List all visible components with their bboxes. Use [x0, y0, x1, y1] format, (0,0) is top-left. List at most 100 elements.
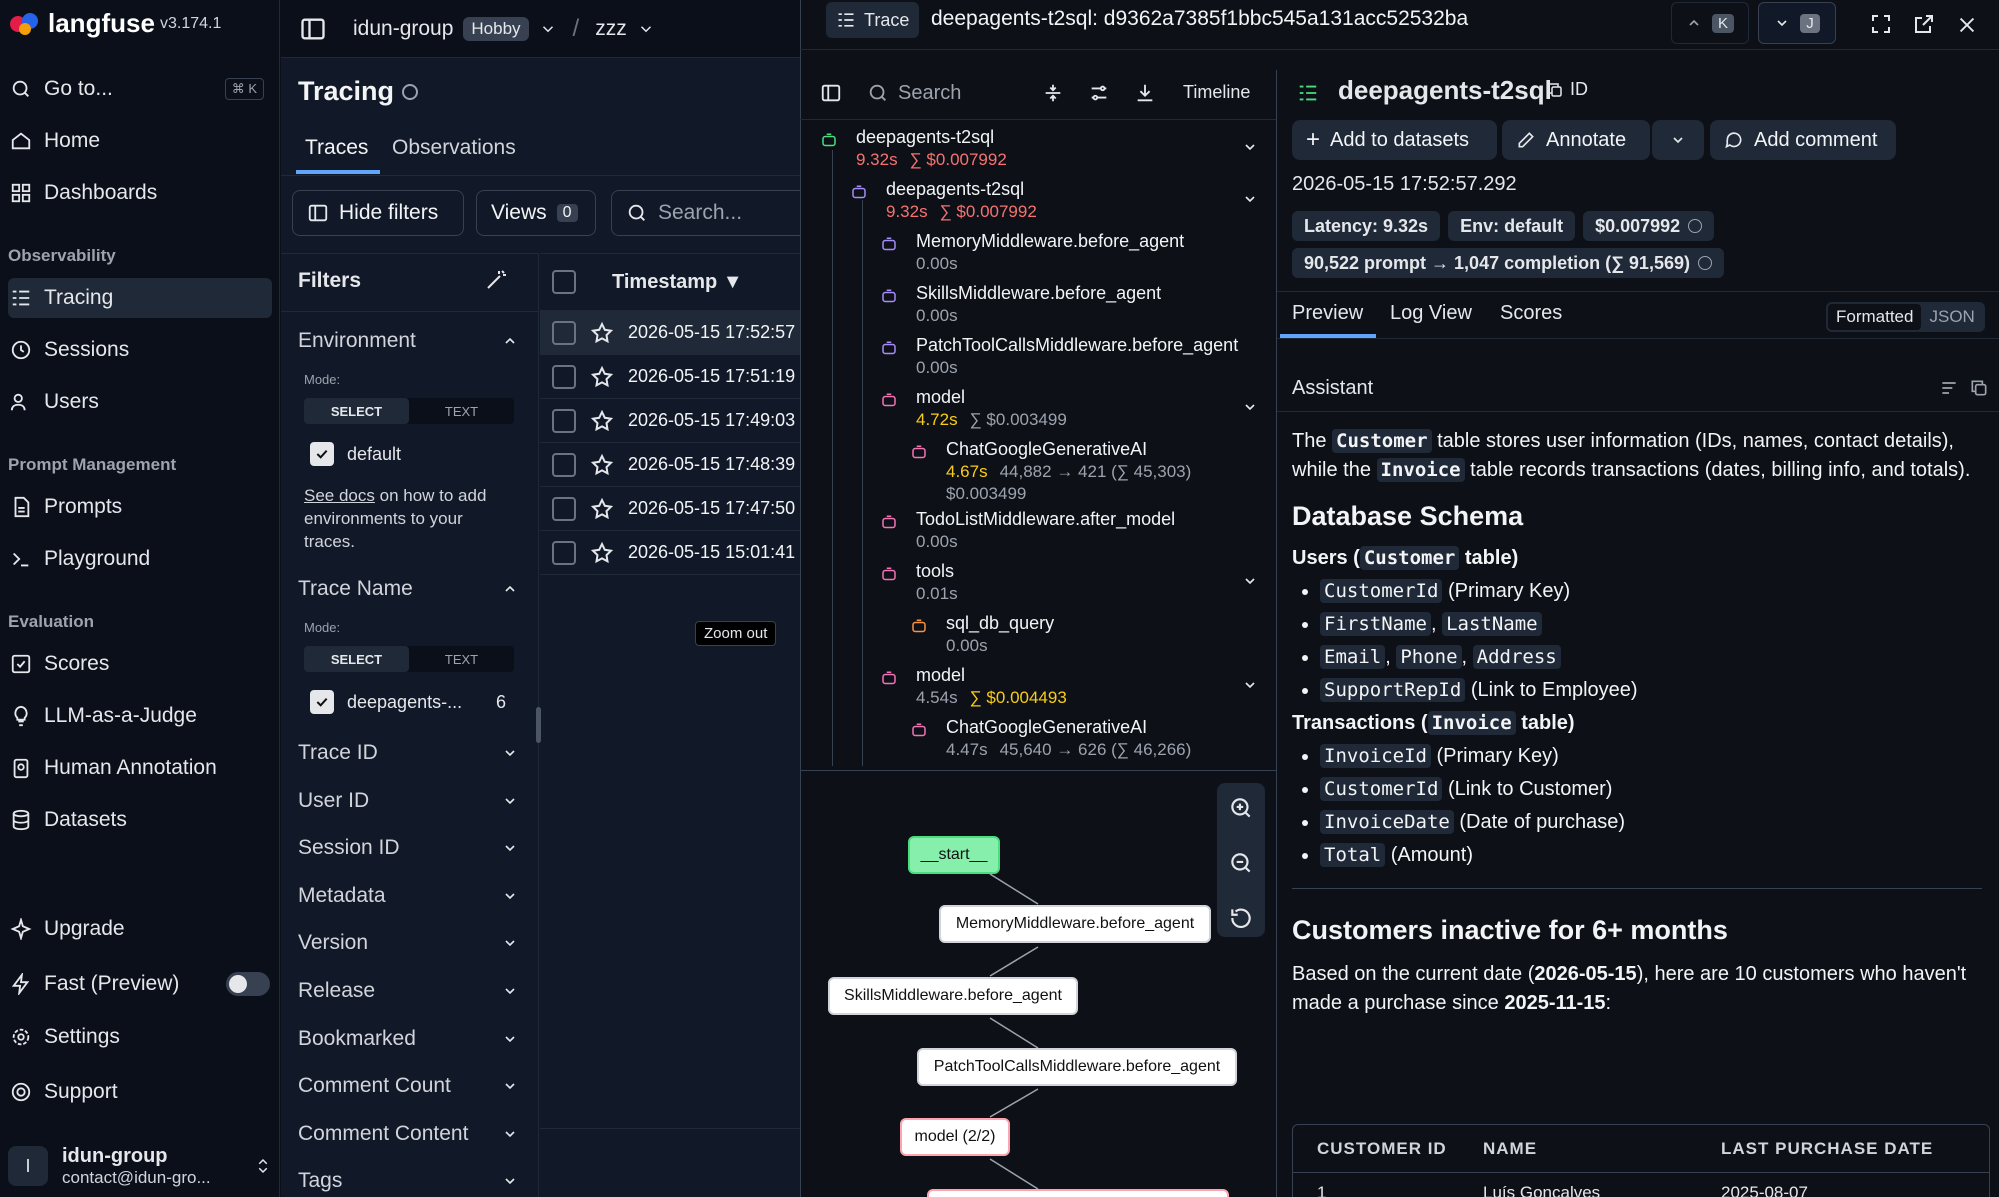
download-icon[interactable] [1134, 82, 1156, 104]
mode-text[interactable]: TEXT [409, 646, 514, 672]
filter-release[interactable]: Release [298, 979, 518, 1003]
reset-icon[interactable] [1228, 905, 1254, 931]
env-default-checkbox[interactable] [310, 442, 334, 466]
search-input[interactable]: Search... [611, 190, 811, 236]
tab-log-view[interactable]: Log View [1390, 302, 1472, 325]
mode-select[interactable]: SELECT [304, 398, 409, 424]
maximize-icon[interactable] [1869, 12, 1893, 36]
filter-version[interactable]: Version [298, 931, 518, 955]
select-all-checkbox[interactable] [552, 270, 576, 294]
tab-preview[interactable]: Preview [1292, 302, 1363, 325]
filter-environment[interactable]: Environment [298, 329, 518, 353]
row-checkbox[interactable] [552, 408, 576, 433]
row-checkbox[interactable] [552, 320, 576, 345]
graph-node-patch[interactable]: PatchToolCallsMiddleware.before_agent [917, 1048, 1237, 1086]
star-icon[interactable] [590, 409, 614, 433]
sidebar-item-support[interactable]: Support [8, 1072, 272, 1112]
filter-session-id[interactable]: Session ID [298, 836, 518, 860]
goto-button[interactable]: Go to... ⌘ K [8, 69, 272, 109]
info-icon[interactable] [1697, 256, 1712, 270]
row-checkbox[interactable] [552, 452, 576, 477]
graph-node-memory[interactable]: MemoryMiddleware.before_agent [939, 905, 1211, 943]
sidebar-item-scores[interactable]: Scores [8, 644, 272, 684]
info-icon[interactable] [402, 84, 418, 100]
views-button[interactable]: Views 0 [476, 190, 596, 236]
row-checkbox[interactable] [552, 540, 576, 565]
sidebar-item-users[interactable]: Users [8, 382, 272, 422]
tree-node[interactable]: sql_db_query 0.00s [912, 612, 1232, 657]
mode-text[interactable]: TEXT [409, 398, 514, 424]
sidebar-toggle-icon[interactable] [299, 15, 327, 43]
sidebar-item-sessions[interactable]: Sessions [8, 330, 272, 370]
sidebar-item-llm-judge[interactable]: LLM-as-a-Judge [8, 696, 272, 736]
panel-left-icon[interactable] [820, 82, 842, 104]
annotate-button[interactable]: Annotate [1502, 120, 1650, 160]
star-icon[interactable] [590, 497, 614, 521]
chevron-down-icon[interactable] [1242, 139, 1258, 155]
filter-tags[interactable]: Tags [298, 1169, 518, 1193]
table-row[interactable]: 2026-05-15 17:49:03 [540, 399, 800, 443]
close-icon[interactable] [1956, 14, 1978, 36]
tree-node[interactable]: ChatGoogleGenerativeAI 4.67s 44,882 → 421 … [912, 438, 1232, 506]
sidebar-item-datasets[interactable]: Datasets [8, 800, 272, 840]
timestamp-header[interactable]: Timestamp ▼ [612, 271, 743, 294]
tab-traces[interactable]: Traces [305, 136, 368, 160]
info-icon[interactable] [1688, 219, 1703, 233]
logo[interactable]: langfuse [8, 8, 155, 39]
sidebar-item-tracing[interactable]: Tracing [8, 278, 272, 318]
graph-node-next[interactable] [927, 1189, 1229, 1197]
format-json[interactable]: JSON [1921, 304, 1982, 330]
table-row[interactable]: 2026-05-15 17:48:39 [540, 443, 800, 487]
see-docs-link[interactable]: See docs [304, 486, 375, 505]
tree-node[interactable]: model 4.54s ∑ $0.004493 [882, 664, 1232, 709]
table-row[interactable]: 2026-05-15 17:47:50 [540, 487, 800, 531]
tree-node[interactable]: MemoryMiddleware.before_agent 0.00s [882, 230, 1232, 275]
filter-user-id[interactable]: User ID [298, 789, 518, 813]
tree-search-input[interactable]: Search [898, 82, 961, 105]
filter-metadata[interactable]: Metadata [298, 884, 518, 908]
annotate-dropdown-button[interactable] [1652, 120, 1704, 160]
external-link-icon[interactable] [1912, 12, 1936, 36]
tree-node[interactable]: tools 0.01s [882, 560, 1232, 605]
trace-name-checkbox[interactable] [310, 690, 334, 714]
table-row[interactable]: 2026-05-15 17:51:19 [540, 355, 800, 399]
tree-node[interactable]: deepagents-t2sql 9.32s ∑ $0.007992 [822, 126, 1232, 171]
copy-icon[interactable] [1969, 378, 1989, 398]
filter-bookmarked[interactable]: Bookmarked [298, 1027, 518, 1051]
row-checkbox[interactable] [552, 496, 576, 521]
chevron-down-icon[interactable] [1242, 677, 1258, 693]
mode-select[interactable]: SELECT [304, 646, 409, 672]
wrap-text-icon[interactable] [1939, 378, 1959, 398]
star-icon[interactable] [590, 321, 614, 345]
chevron-down-icon[interactable] [637, 20, 655, 38]
magic-wand-icon[interactable] [484, 268, 508, 292]
settings-sliders-icon[interactable] [1088, 82, 1110, 104]
star-icon[interactable] [590, 453, 614, 477]
project-name[interactable]: zzz [595, 17, 627, 41]
format-formatted[interactable]: Formatted [1828, 304, 1922, 330]
chevron-down-icon[interactable] [1242, 573, 1258, 589]
sidebar-item-prompts[interactable]: Prompts [8, 487, 272, 527]
sidebar-item-human-annotation[interactable]: Human Annotation [8, 748, 272, 788]
add-to-datasets-button[interactable]: + Add to datasets [1292, 120, 1497, 160]
filter-comment-content[interactable]: Comment Content [298, 1122, 518, 1146]
zoom-in-icon[interactable] [1228, 795, 1254, 821]
graph-node-skills[interactable]: SkillsMiddleware.before_agent [828, 977, 1078, 1015]
sidebar-item-home[interactable]: Home [8, 121, 272, 161]
fast-preview-toggle[interactable] [226, 972, 270, 996]
copy-id-button[interactable]: ID [1546, 79, 1588, 100]
tree-node[interactable]: TodoListMiddleware.after_model 0.00s [882, 508, 1232, 553]
hide-filters-button[interactable]: Hide filters [292, 190, 464, 236]
chevron-down-icon[interactable] [1242, 191, 1258, 207]
tab-observations[interactable]: Observations [392, 136, 516, 160]
tree-node[interactable]: deepagents-t2sql 9.32s ∑ $0.007992 [852, 178, 1232, 223]
row-checkbox[interactable] [552, 364, 576, 389]
filter-trace-id[interactable]: Trace ID [298, 741, 518, 765]
tree-node[interactable]: model 4.72s ∑ $0.003499 [882, 386, 1232, 431]
scrollbar[interactable] [536, 707, 541, 743]
sidebar-item-upgrade[interactable]: Upgrade [8, 909, 272, 949]
collapse-icon[interactable] [1042, 82, 1064, 104]
tree-node[interactable]: ChatGoogleGenerativeAI 4.47s 45,640 → 626 … [912, 716, 1232, 761]
table-row[interactable]: 2026-05-15 17:52:57 [540, 311, 800, 355]
user-menu[interactable]: I idun-group contact@idun-gro... [8, 1140, 272, 1192]
